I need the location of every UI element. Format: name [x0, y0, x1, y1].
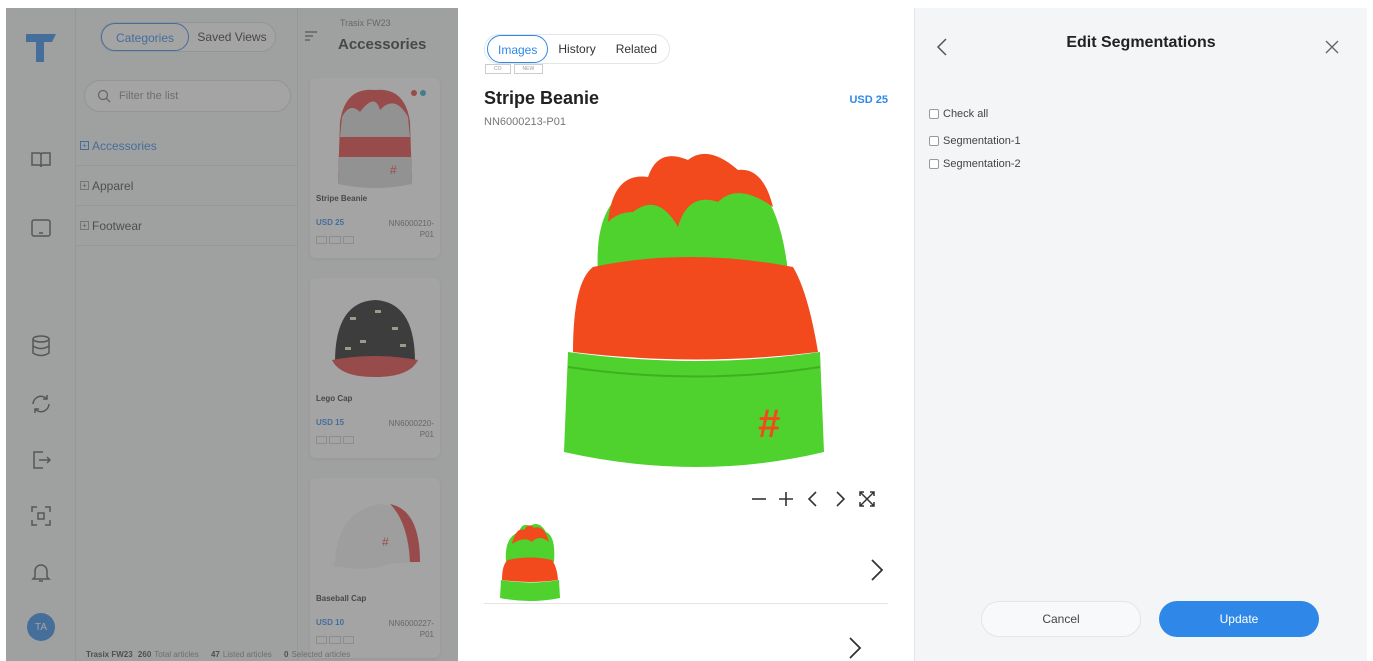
cancel-button[interactable]: Cancel [981, 601, 1141, 637]
tag: CO [485, 64, 511, 74]
status-selected-label: Selected articles [291, 650, 351, 659]
article-name: Baseball Cap [316, 594, 367, 603]
tab-history[interactable]: History [548, 35, 605, 63]
article-price: USD 25 [316, 218, 345, 227]
article-code: NN6000227-P01 [388, 619, 434, 639]
article-code: NN6000220-P01 [388, 419, 434, 439]
tab-related[interactable]: Related [606, 35, 667, 63]
articles-title: Accessories [338, 36, 427, 53]
monitor-icon[interactable] [29, 216, 53, 240]
scan-icon[interactable] [29, 504, 53, 528]
segmentation-label: Segmentation-2 [943, 157, 1021, 170]
segmentation-item[interactable]: Segmentation-1 [929, 129, 1021, 152]
season-label: Trasix FW23 [340, 18, 391, 28]
filter-box [84, 80, 291, 112]
status-bar: Trasix FW23 260 Total articles 47 Listed a… [76, 650, 458, 661]
category-label: Footwear [92, 218, 143, 233]
article-card[interactable]: Lego Cap USD 15 NN6000220-P01 [310, 278, 440, 458]
article-price: USD 25 [849, 94, 888, 106]
status-selected-count: 0 [284, 650, 289, 659]
check-all[interactable]: Check all [929, 102, 1021, 125]
bell-icon[interactable] [29, 560, 53, 584]
category-item-accessories[interactable]: + Accessories [76, 126, 297, 166]
edit-segmentations-panel: Edit Segmentations Check all Segmentatio… [914, 8, 1367, 661]
section-next-icon[interactable] [848, 636, 862, 660]
category-item-footwear[interactable]: + Footwear [76, 206, 297, 246]
beanie-main-image: # [564, 153, 824, 467]
viewer-controls [750, 488, 876, 510]
status-season: Trasix FW23 [86, 650, 133, 659]
avatar[interactable]: TA [27, 613, 55, 641]
nav-rail: TA [6, 8, 76, 661]
checkbox[interactable] [929, 108, 939, 119]
view-toggle: Categories Saved Views [100, 22, 276, 52]
saved-views-tab[interactable]: Saved Views [189, 23, 275, 51]
beanie-image: # [338, 89, 412, 188]
status-listed-label: Listed articles [222, 650, 272, 659]
category-label: Apparel [92, 178, 134, 193]
article-name: Lego Cap [316, 394, 353, 403]
article-tags [316, 236, 354, 244]
book-icon[interactable] [29, 148, 53, 172]
tab-images[interactable]: Images [487, 35, 549, 63]
article-tags [316, 636, 354, 644]
baseball-cap-image: # [330, 504, 420, 569]
database-icon[interactable] [29, 334, 53, 358]
article-card[interactable]: # Baseball Cap USD 10 NN6000227-P01 [310, 478, 440, 658]
thumbnail-next-icon[interactable] [870, 558, 884, 582]
chevron-left-icon[interactable] [804, 488, 822, 510]
category-item-apparel[interactable]: + Apparel [76, 166, 297, 206]
checkbox[interactable] [929, 158, 939, 169]
categories-tab[interactable]: Categories [101, 23, 189, 51]
article-price: USD 10 [316, 618, 345, 627]
svg-text:#: # [758, 402, 780, 446]
beanie-thumbnail[interactable] [494, 522, 564, 602]
expand-icon[interactable]: + [80, 181, 89, 190]
category-label: Accessories [92, 138, 157, 153]
filter-lines-icon[interactable] [304, 30, 318, 42]
svg-text:#: # [382, 535, 389, 549]
article-code: NN6000210-P01 [388, 219, 434, 239]
segmentation-label: Segmentation-1 [943, 134, 1021, 147]
chevron-right-icon[interactable] [831, 488, 849, 510]
color-dots [411, 90, 426, 96]
update-button[interactable]: Update [1159, 601, 1319, 637]
article-card[interactable]: # Stripe Beanie USD 25 NN6000210-P01 [310, 78, 440, 258]
status-listed-count: 47 [210, 650, 220, 659]
article-code: NN6000213-P01 [484, 116, 566, 128]
search-icon [97, 89, 111, 103]
status-total-count: 260 [137, 650, 152, 659]
logo-icon[interactable] [24, 30, 58, 64]
cap-image [332, 300, 418, 377]
segmentation-item[interactable]: Segmentation-2 [929, 152, 1021, 175]
close-icon[interactable] [1325, 40, 1339, 54]
sync-icon[interactable] [29, 392, 53, 416]
status-total-label: Total articles [154, 650, 199, 659]
article-name: Stripe Beanie [316, 194, 368, 203]
article-detail-panel: Images History Related CO NEW Stripe Bea… [458, 8, 914, 661]
image-thumbnail-strip [484, 518, 888, 604]
zoom-out-icon[interactable] [750, 488, 768, 510]
articles-header: Trasix FW23 Accessories [298, 8, 458, 68]
segmentation-checklist: Check all Segmentation-1 Segmentation-2 [929, 102, 1021, 175]
tag: NEW [513, 64, 544, 74]
category-list: + Accessories + Apparel + Footwear [76, 126, 297, 246]
panel-title: Edit Segmentations [1066, 34, 1216, 51]
detail-tags: CO NEW [485, 64, 544, 74]
svg-text:#: # [390, 163, 397, 177]
article-tags [316, 436, 354, 444]
fullscreen-icon[interactable] [858, 488, 876, 510]
zoom-in-icon[interactable] [777, 488, 795, 510]
export-icon[interactable] [29, 448, 53, 472]
categories-panel: Categories Saved Views + Accessories + A… [76, 8, 298, 661]
filter-input[interactable] [119, 90, 269, 102]
article-title: Stripe Beanie [484, 88, 600, 108]
article-price: USD 15 [316, 418, 345, 427]
detail-tabs: Images History Related [484, 34, 671, 64]
check-all-label: Check all [943, 107, 989, 120]
expand-icon[interactable]: + [80, 141, 89, 150]
expand-icon[interactable]: + [80, 221, 89, 230]
articles-panel: Trasix FW23 Accessories # Stripe Beanie … [298, 8, 458, 661]
checkbox[interactable] [929, 135, 939, 146]
